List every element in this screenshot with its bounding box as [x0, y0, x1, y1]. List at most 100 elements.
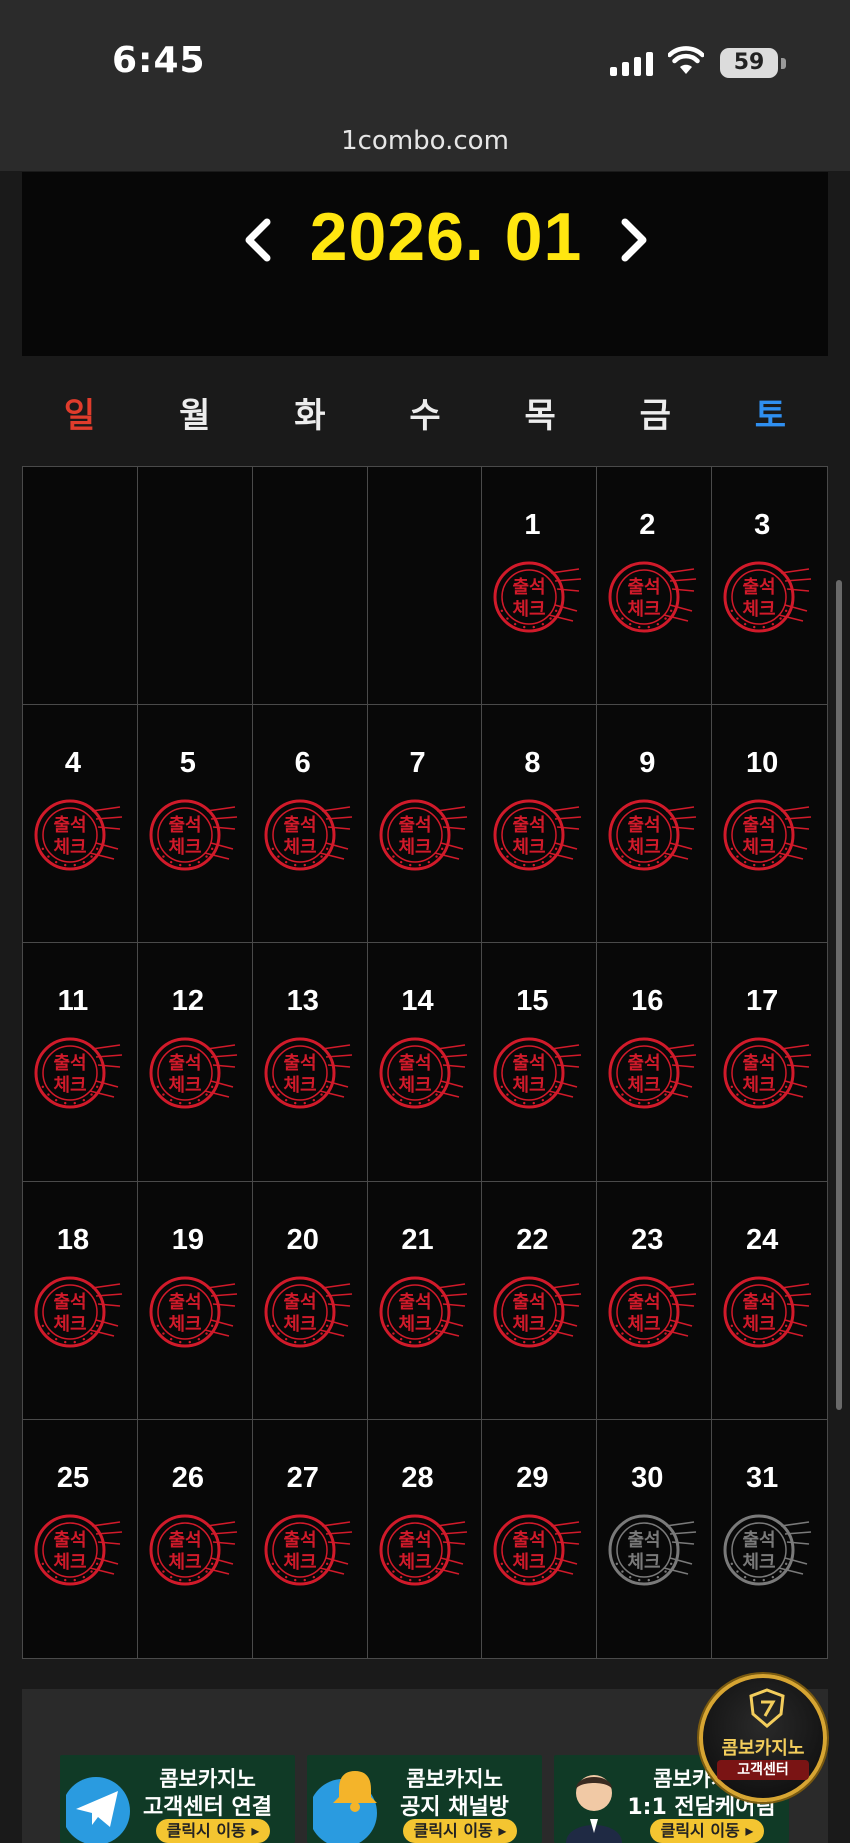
stamp-text-line2: 체크 — [628, 1314, 661, 1335]
calendar-day-cell[interactable]: 23 출석 체크 — [597, 1181, 713, 1420]
stamp-icon: 출석체크 — [379, 1514, 467, 1586]
attendance-stamp-checked: 출석 체크 — [379, 1266, 469, 1356]
stamp-icon: 출석체크 — [493, 1037, 582, 1109]
stamp-icon: 출석체크 — [149, 1037, 237, 1109]
calendar-day-cell[interactable]: 19 출석 체크 — [137, 1181, 253, 1420]
stamp-text-line2: 체크 — [283, 1075, 316, 1096]
next-month-button[interactable] — [598, 204, 670, 276]
calendar-day-cell[interactable]: 6 출석 체크 — [252, 705, 368, 944]
calendar-day-cell[interactable]: 29 출석 체크 — [482, 1419, 598, 1658]
banner-button[interactable]: 클릭시 이동 ▸ — [403, 1819, 517, 1843]
calendar-day-cell[interactable]: 25 출석 체크 — [23, 1419, 138, 1658]
stamp-icon: 출석체크 — [608, 561, 697, 633]
stamp-icon: 출석체크 — [379, 1276, 467, 1348]
month-header: 2026. 01 — [22, 172, 828, 356]
calendar-day-cell[interactable]: 18 출석 체크 — [23, 1181, 138, 1420]
calendar-day-cell[interactable]: 17 출석 체크 — [712, 943, 827, 1182]
calendar-day-cell[interactable]: 14 출석 체크 — [367, 943, 483, 1182]
attendance-stamp-checked: 출석 체크 — [149, 1266, 239, 1356]
weekday-sat: 토 — [754, 396, 787, 436]
stamp-text-line1: 출석 — [398, 815, 431, 836]
calendar-day-cell[interactable]: 2 출석 체크 — [597, 467, 713, 706]
stamp-text-line1: 출석 — [53, 815, 86, 836]
stamp-text-line1: 출석 — [283, 1053, 316, 1074]
banner-support-connect[interactable]: 콤보카지노 고객센터 연결 클릭시 이동 ▸ — [60, 1755, 295, 1843]
url-text[interactable]: 1combo.com — [0, 126, 850, 156]
prev-month-button[interactable] — [222, 204, 294, 276]
banner-notice-channel[interactable]: 콤보카지노 공지 채널방 클릭시 이동 ▸ — [307, 1755, 542, 1843]
stamp-text-line1: 출석 — [743, 1053, 776, 1074]
day-number: 23 — [631, 1223, 664, 1256]
stamp-text-line2: 체크 — [743, 599, 776, 620]
calendar-day-cell[interactable]: 16 출석 체크 — [597, 943, 713, 1182]
attendance-stamp-checked: 출석 체크 — [493, 789, 583, 879]
calendar-day-cell[interactable]: 4 출석 체크 — [23, 705, 138, 944]
calendar-day-cell[interactable]: 1 출석 체크 — [482, 467, 598, 706]
attendance-stamp-checked: 출석 체크 — [379, 789, 469, 879]
weekday-sun: 일 — [63, 396, 96, 436]
attendance-stamp-checked: 출석 체크 — [493, 1504, 583, 1594]
calendar-day-cell[interactable]: 26 출석 체크 — [138, 1419, 253, 1658]
chevron-right-icon — [621, 218, 647, 262]
stamp-text-line2: 체크 — [168, 1552, 201, 1573]
stamp-text-line2: 체크 — [743, 1314, 776, 1335]
calendar-day-cell[interactable]: 5 출석 체크 — [137, 705, 253, 944]
stamp-text-line1: 출석 — [283, 1292, 316, 1313]
floating-support-badge[interactable]: 콤보카지노 고객센터 — [699, 1674, 827, 1802]
calendar-day-cell[interactable]: 30 출석 체크 — [597, 1419, 713, 1658]
wifi-icon — [668, 46, 704, 74]
calendar-day-cell[interactable]: 31 출석 체크 — [712, 1420, 827, 1658]
weekday-wed: 수 — [409, 396, 441, 436]
stamp-icon: 출석체크 — [493, 1514, 582, 1586]
calendar-empty-cell — [23, 467, 138, 706]
calendar-day-cell[interactable]: 9 출석 체크 — [597, 705, 713, 944]
calendar-day-cell[interactable]: 24 출석 체크 — [712, 1182, 827, 1420]
calendar-day-cell[interactable]: 8 출석 체크 — [482, 705, 598, 944]
attendance-stamp-checked: 출석 체크 — [34, 1266, 124, 1356]
stamp-text-line2: 체크 — [283, 837, 316, 858]
calendar-day-cell[interactable]: 15 출석 체크 — [482, 943, 598, 1182]
stamp-icon: 출석체크 — [34, 1276, 123, 1348]
stamp-icon: 출석체크 — [493, 561, 582, 633]
calendar-day-cell[interactable]: 21 출석 체크 — [367, 1181, 483, 1420]
browser-url-bar[interactable]: 1combo.com — [0, 120, 850, 172]
scrollbar[interactable] — [836, 580, 842, 1410]
day-number: 31 — [746, 1461, 779, 1494]
calendar-day-cell[interactable]: 13 출석 체크 — [252, 943, 368, 1182]
calendar-day-cell[interactable]: 12 출석 체크 — [137, 943, 253, 1182]
day-number: 7 — [409, 747, 426, 780]
attendance-stamp-checked: 출석 체크 — [379, 1027, 469, 1117]
banner-button[interactable]: 클릭시 이동 ▸ — [156, 1819, 270, 1843]
day-number: 10 — [746, 747, 779, 780]
attendance-stamp-checked: 출석 체크 — [149, 789, 239, 879]
stamp-text-line1: 출석 — [398, 1053, 431, 1074]
day-number: 5 — [179, 747, 196, 780]
calendar-day-cell[interactable]: 20 출석 체크 — [252, 1181, 368, 1420]
day-number: 11 — [57, 985, 89, 1018]
stamp-text-line2: 체크 — [283, 1314, 316, 1335]
weekday-header: 일 월 화 수 목 금 토 — [22, 388, 828, 444]
stamp-text-line1: 출석 — [398, 1292, 431, 1313]
weekday-mon: 월 — [179, 396, 211, 436]
stamp-icon: 출석체크 — [723, 799, 812, 871]
stamp-icon: 출석체크 — [379, 1037, 467, 1109]
calendar-day-cell[interactable]: 10 출석 체크 — [712, 705, 827, 944]
attendance-stamp-checked: 출석 체크 — [608, 1027, 698, 1117]
calendar-day-cell[interactable]: 28 출석 체크 — [368, 1419, 483, 1658]
calendar-day-cell[interactable]: 7 출석 체크 — [367, 705, 483, 944]
attendance-stamp-checked: 출석 체크 — [723, 551, 813, 641]
stamp-icon: 출석체크 — [34, 799, 123, 871]
stamp-icon: 출석체크 — [723, 1514, 812, 1586]
calendar-day-cell[interactable]: 11 출석 체크 — [23, 943, 138, 1182]
day-number: 27 — [286, 1461, 319, 1494]
calendar-day-cell[interactable]: 22 출석 체크 — [482, 1181, 598, 1420]
calendar-day-cell[interactable]: 27 출석 체크 — [253, 1419, 368, 1658]
stamp-text-line2: 체크 — [168, 1314, 201, 1335]
day-number: 3 — [754, 509, 771, 541]
stamp-text-line1: 출석 — [628, 1530, 661, 1551]
stamp-icon: 출석체크 — [264, 1037, 352, 1109]
calendar-day-cell[interactable]: 3 출석 체크 — [712, 467, 827, 706]
banner-button[interactable]: 클릭시 이동 ▸ — [650, 1819, 764, 1843]
stamp-icon: 출석체크 — [723, 561, 812, 633]
stamp-text-line2: 체크 — [168, 1075, 201, 1096]
